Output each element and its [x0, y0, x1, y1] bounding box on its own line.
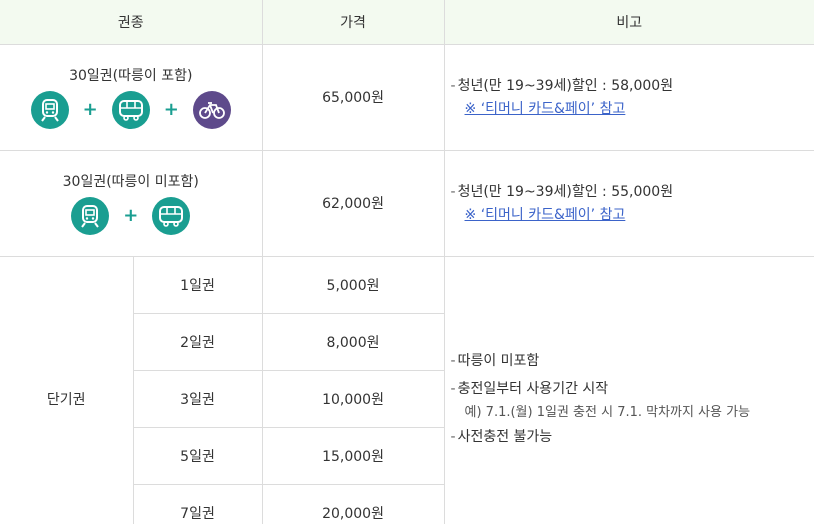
- youth-discount-text: 청년(만 19~39세)할인 : 58,000원: [457, 78, 674, 94]
- short-term-label: 단기권: [0, 255, 134, 524]
- table-row: 30일권(따릉이 미포함) + 62,000원 - 청년(만 19~39세)할인 …: [0, 149, 814, 257]
- short-pass-name: 3일권: [133, 369, 263, 428]
- price-cell: 10,000원: [261, 369, 445, 428]
- price-cell: 65,000원: [261, 43, 445, 151]
- price-cell: 15,000원: [261, 426, 445, 485]
- no-ttareungi-text: 따릉이 미포함: [457, 352, 540, 369]
- note-line: - 사전충전 불가능: [450, 428, 553, 445]
- subway-icon: [71, 197, 110, 235]
- short-pass-name: 2일권: [133, 312, 263, 371]
- bus-icon: [111, 91, 150, 129]
- subway-icon: [30, 91, 69, 129]
- period-start-text: 충전일부터 사용기간 시작: [457, 380, 609, 397]
- note-line: - 청년(만 19~39세)할인 : 58,000원: [450, 78, 674, 94]
- pass-name: 30일권(따릉이 미포함): [62, 174, 199, 190]
- transport-icons: +: [0, 197, 262, 235]
- plus-icon: +: [123, 205, 139, 226]
- table-row: 단기권 1일권 5,000원 - 따릉이 미포함 - 충전일부터 사용기간 시작 예…: [0, 255, 814, 524]
- price-cell: 20,000원: [261, 483, 445, 524]
- bus-icon: [152, 197, 191, 235]
- no-precharge-text: 사전충전 불가능: [457, 428, 553, 445]
- tmoney-reference-link[interactable]: ※ ‘티머니 카드&페이’ 참고: [451, 98, 814, 120]
- table-header-row: 권종 가격 비고: [0, 0, 814, 45]
- short-note-cell: - 따릉이 미포함 - 충전일부터 사용기간 시작 예) 7.1.(월) 1일권 충…: [443, 255, 814, 524]
- plus-icon: +: [163, 99, 179, 120]
- pass-cell: 30일권(따릉이 미포함) +: [0, 149, 263, 257]
- note-cell: - 청년(만 19~39세)할인 : 58,000원 ※ ‘티머니 카드&페이’ …: [443, 43, 814, 151]
- short-pass-name: 7일권: [133, 483, 263, 524]
- price-cell: 5,000원: [261, 255, 445, 314]
- pass-name: 30일권(따릉이 포함): [69, 68, 193, 84]
- youth-discount-text: 청년(만 19~39세)할인 : 55,000원: [457, 184, 674, 200]
- table-row: 30일권(따릉이 포함) + + 65,000원 - 청년(만 19~39세)할…: [0, 43, 814, 151]
- short-pass-name: 5일권: [133, 426, 263, 485]
- period-example-text: 예) 7.1.(월) 1일권 충전 시 7.1. 막차까지 사용 가능: [464, 404, 751, 420]
- bicycle-icon: [192, 91, 231, 129]
- header-pass-type: 권종: [0, 0, 263, 45]
- note-line: - 충전일부터 사용기간 시작: [450, 380, 609, 397]
- header-note: 비고: [443, 0, 814, 45]
- price-cell: 62,000원: [261, 149, 445, 257]
- fare-table: 권종 가격 비고 30일권(따릉이 포함) + + 65,000원 - 청년(만…: [0, 0, 814, 524]
- pass-cell: 30일권(따릉이 포함) + +: [0, 43, 263, 151]
- short-pass-name: 1일권: [132, 255, 263, 314]
- note-cell: - 청년(만 19~39세)할인 : 55,000원 ※ ‘티머니 카드&페이’ …: [443, 149, 814, 257]
- note-line: - 따릉이 미포함: [450, 352, 540, 369]
- price-cell: 8,000원: [261, 312, 445, 371]
- plus-icon: +: [82, 99, 98, 120]
- transport-icons: + +: [0, 91, 262, 129]
- note-line: - 청년(만 19~39세)할인 : 55,000원: [450, 184, 674, 200]
- header-price: 가격: [261, 0, 445, 45]
- tmoney-reference-link[interactable]: ※ ‘티머니 카드&페이’ 참고: [451, 204, 814, 226]
